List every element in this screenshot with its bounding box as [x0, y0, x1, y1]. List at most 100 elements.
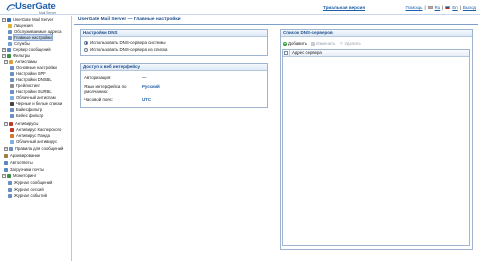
tree-item[interactable]: Основные настройки	[10, 65, 57, 71]
archive-icon	[4, 153, 8, 158]
tree-item-label: Архивирование	[10, 153, 41, 159]
antivirus-icon	[9, 121, 13, 126]
add-button-label: Добавить	[288, 41, 307, 46]
tree-item[interactable]: Настройки SURBL	[10, 89, 52, 95]
add-button[interactable]: + Добавить	[283, 41, 307, 46]
dnsbl-icon	[10, 77, 14, 82]
checkbox-icon[interactable]	[284, 51, 288, 55]
tree-item-label: Автоответы	[10, 160, 33, 166]
collapse-icon[interactable]: −	[2, 53, 6, 58]
tree-item[interactable]: − Антиспамы	[4, 59, 37, 65]
timezone-label: Часовой пояс:	[84, 97, 114, 102]
tree-item[interactable]: Облачный антиспам	[10, 95, 56, 101]
monitoring-icon	[7, 173, 11, 178]
server-address-column-header[interactable]: Адрес сервера	[290, 50, 322, 56]
radio-unselected-icon[interactable]	[84, 47, 88, 52]
tree-item-label: Облачный антивирус	[16, 139, 58, 145]
tree-item-label: Антивирус Панда	[16, 133, 50, 139]
dns-option-list[interactable]: Использовать DNS-сервера из списка	[84, 47, 167, 52]
rules-icon	[9, 146, 13, 151]
tree-item[interactable]: Облачный антивирус	[10, 139, 58, 145]
surbl-icon	[10, 89, 14, 94]
title-divider	[74, 24, 478, 25]
tree-item-label: Правила для сообщений	[15, 146, 64, 152]
cloud-antispam-icon	[10, 95, 14, 100]
plus-icon: +	[283, 40, 287, 46]
services-icon	[8, 41, 12, 46]
tree-item[interactable]: Журнал событий	[8, 193, 47, 199]
tree-item-label: Службы	[14, 41, 30, 47]
tree-item[interactable]: − UserGate Mail Server	[2, 17, 54, 23]
tree-item-label: Журнал событий	[14, 193, 47, 199]
session-log-icon	[8, 187, 12, 192]
tree-item-label: Настройки SURBL	[16, 89, 52, 95]
greylist-icon	[10, 83, 14, 88]
tree-item[interactable]: Службы	[8, 41, 30, 47]
tree-item-label: UserGate Mail Server	[13, 17, 54, 23]
tree-item[interactable]: Обслуживаемые адреса	[8, 29, 62, 35]
tree-item[interactable]: Настройки SPF	[10, 71, 46, 77]
tree-item-label: Черные и белые списки	[16, 101, 63, 107]
tree-item[interactable]: Архивирование	[4, 153, 41, 159]
tree-item[interactable]: Автоответы	[4, 160, 33, 166]
mail-loader-icon	[4, 167, 8, 172]
license-icon	[8, 23, 12, 28]
tree-item-label: Грейлистинг	[16, 83, 41, 89]
dns-list-heading: Список DNS-серверов	[281, 30, 472, 37]
dns-list-toolbar: + Добавить Изменить ✕ Удалить	[283, 41, 361, 46]
collapse-icon[interactable]: −	[4, 59, 8, 64]
flag-en-icon	[445, 5, 451, 10]
collapse-icon[interactable]: −	[2, 17, 6, 22]
autoreply-icon	[4, 160, 8, 165]
tree-item-label: Бейес фильтр	[16, 113, 44, 119]
trial-version-link[interactable]: Триальная версия	[323, 5, 365, 10]
tree-item[interactable]: − Антивирусы	[4, 121, 39, 127]
help-link[interactable]: Помощь	[405, 5, 422, 10]
dns-server-grid[interactable]: Адрес сервера	[282, 49, 470, 246]
tree-item-label: Настройки DNSBL	[16, 77, 52, 83]
auth-value[interactable]: —	[142, 75, 146, 80]
delete-button[interactable]: ✕ Удалить	[339, 41, 361, 46]
expand-icon[interactable]: +	[4, 146, 8, 151]
edit-icon	[311, 41, 315, 46]
tree-item[interactable]: Антивирус Панда	[10, 133, 50, 139]
tree-item[interactable]: Байесфильтр	[10, 107, 43, 113]
timezone-value[interactable]: UTC	[142, 97, 151, 102]
edit-button[interactable]: Изменить	[311, 41, 335, 46]
tree-item[interactable]: Настройки DNSBL	[10, 77, 52, 83]
tree-item[interactable]: Загрузчики почты	[4, 167, 45, 173]
select-all-checkbox[interactable]	[283, 50, 290, 56]
server-icon	[7, 17, 11, 22]
tree-item-label: Основные настройки	[16, 65, 57, 71]
dns-option-system[interactable]: Использовать DNS-сервера системы	[84, 40, 166, 45]
tree-item[interactable]: Главные настройки	[8, 34, 54, 42]
lang-en-link[interactable]: En	[452, 5, 457, 10]
tree-item[interactable]: Грейлистинг	[10, 83, 41, 89]
filter-icon	[7, 53, 11, 58]
tree-item-label: Сервер сообщений	[13, 47, 51, 53]
usergate-logo: UserGate Mail Server	[6, 1, 76, 15]
page-title: UserGate Mail Server — Главные настройки	[78, 17, 181, 22]
logout-link[interactable]: Выход	[463, 5, 476, 10]
collapse-icon[interactable]: −	[2, 173, 6, 178]
tree-item-label: Антивирусы	[15, 121, 39, 127]
tree-item[interactable]: − Фильтры	[2, 53, 31, 59]
tree-item[interactable]: Лицензия	[8, 23, 33, 29]
tree-item[interactable]: − Мониторинг	[2, 173, 37, 179]
tree-item[interactable]: + Правила для сообщений	[4, 146, 64, 152]
language-value[interactable]: Русский	[142, 84, 160, 89]
radio-selected-icon[interactable]	[84, 40, 88, 45]
collapse-icon[interactable]: −	[4, 121, 8, 126]
expand-icon[interactable]: +	[2, 47, 6, 52]
lang-ru-link[interactable]: Ru	[435, 5, 441, 10]
web-access-heading: Доступ к веб интерфейсу	[81, 64, 267, 71]
tree-item[interactable]: Черные и белые списки	[10, 101, 63, 107]
tree-item[interactable]: Журнал сессий	[8, 187, 44, 193]
tree-item-label: Облачный антиспам	[16, 95, 56, 101]
tree-item[interactable]: Журнал сообщений	[8, 180, 53, 186]
tree-item[interactable]: + Сервер сообщений	[2, 47, 51, 53]
tree-item[interactable]: Бейес фильтр	[10, 113, 44, 119]
bayes-icon	[10, 113, 14, 118]
tree-item-label: Байесфильтр	[16, 107, 43, 113]
tree-item[interactable]: Антивирус Касперского	[10, 127, 62, 133]
